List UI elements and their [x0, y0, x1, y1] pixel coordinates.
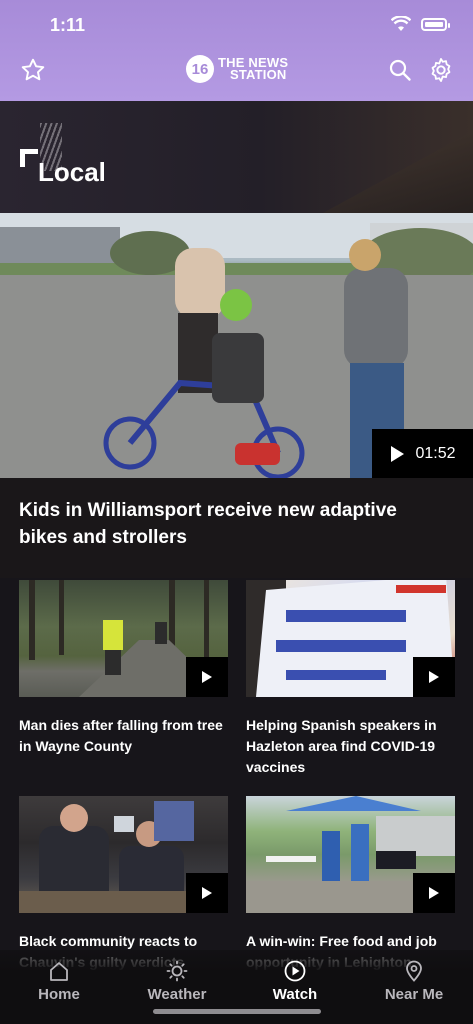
settings-button[interactable] — [427, 56, 455, 84]
background-architecture — [323, 131, 473, 213]
logo-text: THE NEWS STATION — [218, 56, 288, 82]
article-card[interactable]: Helping Spanish speakers in Hazleton are… — [246, 580, 455, 778]
app-logo: 16 THE NEWS STATION — [186, 55, 288, 83]
hero-play-duration[interactable]: 01:52 — [372, 429, 473, 478]
gear-icon — [431, 58, 451, 82]
search-button[interactable] — [386, 56, 414, 84]
section-title: Local — [38, 157, 106, 187]
tab-label: Watch — [272, 986, 318, 1003]
status-time: 1:11 — [50, 15, 86, 35]
home-icon — [50, 962, 68, 981]
article-card[interactable]: Black community reacts to Chauvin's guil… — [19, 796, 228, 973]
logo-mark: 16 — [186, 55, 214, 83]
tab-label: Near Me — [384, 986, 444, 1003]
play-button[interactable] — [186, 657, 228, 697]
hero-video-thumbnail[interactable]: 01:52 — [0, 213, 473, 478]
article-thumbnail[interactable] — [246, 580, 455, 697]
article-thumbnail[interactable] — [19, 796, 228, 913]
home-indicator — [153, 1009, 321, 1014]
tab-label: Home — [38, 986, 80, 1003]
play-button[interactable] — [413, 873, 455, 913]
logo-line-2: STATION — [230, 67, 287, 82]
search-icon — [389, 59, 411, 81]
video-duration: 01:52 — [415, 444, 456, 462]
article-title: Helping Spanish speakers in Hazleton are… — [246, 717, 437, 775]
section-bracket-icon — [20, 149, 38, 167]
app-header: 1:11 16 THE NEWS STATION — [0, 0, 473, 101]
favorites-button[interactable] — [19, 56, 47, 84]
play-button[interactable] — [413, 657, 455, 697]
play-icon — [429, 887, 439, 899]
article-thumbnail[interactable] — [246, 796, 455, 913]
hero-headline[interactable]: Kids in Williamsport receive new adaptiv… — [19, 497, 439, 551]
play-button[interactable] — [186, 873, 228, 913]
article-thumbnail[interactable] — [19, 580, 228, 697]
status-icons — [391, 16, 450, 32]
section-header: Local — [0, 101, 473, 213]
tab-weather[interactable]: Weather — [127, 960, 227, 1003]
article-title: Man dies after falling from tree in Wayn… — [19, 717, 223, 754]
tab-home[interactable]: Home — [9, 960, 109, 1003]
battery-icon — [421, 17, 450, 31]
article-card[interactable]: A win-win: Free food and job opportunity… — [246, 796, 455, 973]
play-icon — [202, 671, 212, 683]
location-pin-icon — [406, 960, 422, 982]
tab-near-me[interactable]: Near Me — [364, 960, 464, 1003]
sun-icon — [166, 960, 188, 982]
play-circle-icon — [284, 960, 306, 982]
article-card[interactable]: Man dies after falling from tree in Wayn… — [19, 580, 228, 757]
wifi-icon — [391, 16, 411, 31]
tab-label: Weather — [147, 986, 207, 1003]
play-icon — [391, 445, 405, 462]
tab-watch[interactable]: Watch — [245, 960, 345, 1003]
play-icon — [202, 887, 212, 899]
star-icon — [21, 58, 45, 81]
play-icon — [429, 671, 439, 683]
